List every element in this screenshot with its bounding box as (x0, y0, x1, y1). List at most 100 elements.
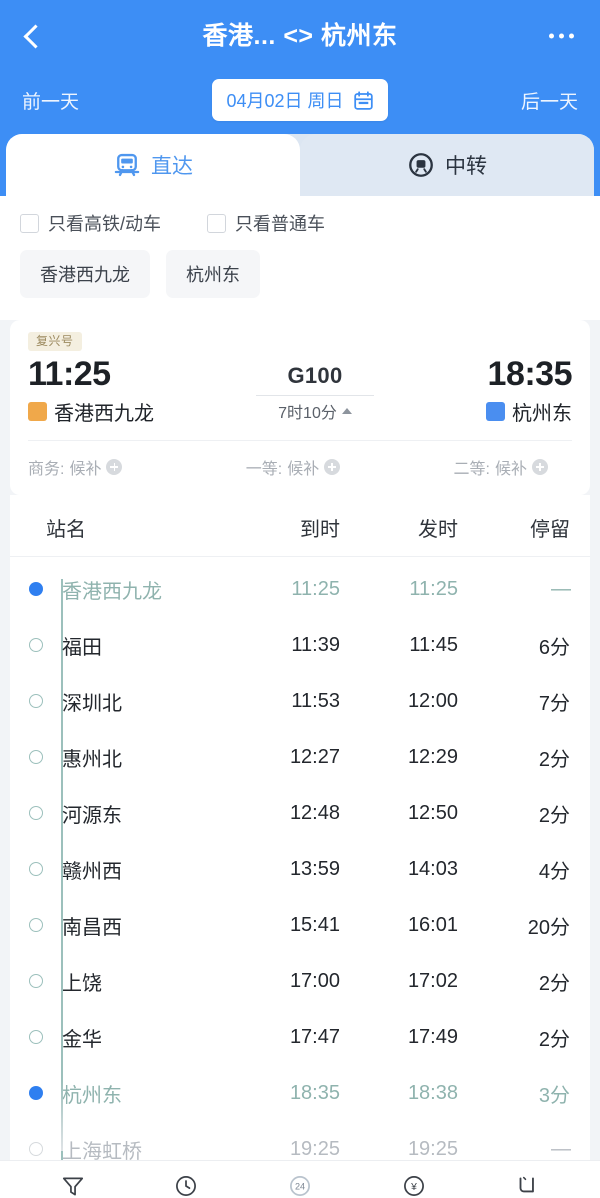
tab-transfer-label: 中转 (445, 155, 487, 178)
row-arrive-time: 11:53 (291, 689, 340, 712)
station-dot-hollow-icon (29, 974, 43, 989)
row-stay-duration: — (551, 577, 571, 600)
row-station-name: 惠州北 (62, 748, 122, 771)
plus-circle-icon[interactable] (324, 459, 341, 476)
station-dot-hollow-icon (29, 1030, 43, 1045)
row-stay-duration: 4分 (538, 860, 570, 883)
transfer-circle-icon (409, 153, 433, 177)
table-row[interactable]: 赣州西 13:59 14:03 4分 (10, 841, 590, 897)
duration-divider (256, 395, 374, 396)
seat-select-button[interactable] (501, 1161, 553, 1198)
row-stay-duration: 2分 (538, 748, 570, 771)
row-arrive-time: 19:25 (289, 1137, 340, 1160)
date-picker-chip[interactable]: 04月02日 周日 (212, 79, 388, 121)
checkbox-icon[interactable] (207, 213, 227, 233)
arrival-time: 18:35 (487, 355, 573, 393)
seat-first[interactable]: 一等: 候补 (198, 455, 378, 479)
row-arrive-time: 12:27 (289, 745, 340, 768)
station-dot-hollow-icon (29, 750, 43, 765)
seat-icon (519, 1176, 535, 1192)
table-row[interactable]: 上饶 17:00 17:02 2分 (10, 953, 590, 1009)
row-arrive-time: 11:39 (291, 633, 340, 656)
train-number-block[interactable]: G100 7时10分 (238, 355, 392, 423)
row-stay-duration: 20分 (527, 916, 570, 939)
row-station-cell: 河源东 (10, 799, 232, 828)
row-depart-time: 19:25 (407, 1137, 458, 1160)
column-header-depart: 发时 (418, 519, 458, 542)
row-stay-duration: 2分 (538, 972, 570, 995)
seat-business[interactable]: 商务: 候补 (28, 455, 198, 479)
filter-button[interactable] (47, 1161, 99, 1198)
station-dot-filled-icon (29, 582, 43, 597)
departure-station-line: 香港西九龙 (28, 397, 154, 426)
trip-duration: 7时10分 (278, 405, 337, 422)
filter-checkbox-row: 只看高铁/动车 只看普通车 (20, 210, 580, 250)
train-schedule-screen: 香港... <> 杭州东 前一天 04月02日 周日 后一天 直达 中转 只看高… (0, 0, 600, 1198)
filter-highspeed-label: 只看高铁/动车 (48, 214, 162, 234)
route-marker-cell (10, 750, 62, 765)
price-button[interactable]: ¥ (388, 1161, 440, 1198)
row-depart-time: 12:00 (407, 689, 458, 712)
station-chip-origin[interactable]: 香港西九龙 (20, 250, 150, 298)
row-arrive-time: 17:47 (289, 1025, 340, 1048)
arrival-station-name: 杭州东 (512, 403, 572, 426)
row-arrive-time: 11:25 (291, 577, 340, 600)
app-header: 香港... <> 杭州东 前一天 04月02日 周日 后一天 (0, 0, 600, 134)
more-horizontal-icon (569, 33, 574, 39)
next-day-button[interactable]: 后一天 (521, 87, 578, 114)
station-filter-chips: 香港西九龙 杭州东 (20, 250, 580, 316)
station-dot-hollow-icon (29, 1142, 43, 1157)
arrival-block: 18:35 杭州东 (392, 355, 573, 426)
station-dot-hollow-icon (29, 806, 43, 821)
svg-text:24: 24 (295, 1181, 305, 1191)
filter-normal-label: 只看普通车 (235, 214, 326, 234)
route-marker-cell (10, 1030, 62, 1045)
table-row[interactable]: 福田 11:39 11:45 6分 (10, 617, 590, 673)
row-station-cell: 深圳北 (10, 687, 232, 716)
plus-circle-icon[interactable] (106, 459, 123, 476)
filter-normal-checkbox[interactable]: 只看普通车 (207, 210, 325, 236)
table-row[interactable]: 杭州东 18:35 18:38 3分 (10, 1065, 590, 1121)
tab-direct-label: 直达 (151, 155, 193, 178)
train-type-badge: 复兴号 (28, 332, 82, 351)
table-row[interactable]: 深圳北 11:53 12:00 7分 (10, 673, 590, 729)
prev-day-button[interactable]: 前一天 (22, 87, 79, 114)
row-station-cell: 赣州西 (10, 855, 232, 884)
departure-time: 11:25 (28, 355, 111, 393)
tab-direct[interactable]: 直达 (6, 134, 300, 196)
back-button[interactable] (0, 0, 66, 72)
row-stay-duration: 2分 (538, 1028, 570, 1051)
more-options-button[interactable] (545, 24, 578, 49)
plus-circle-icon[interactable] (532, 459, 548, 476)
trip-duration-row[interactable]: 7时10分 (278, 399, 352, 423)
history-button[interactable] (160, 1161, 212, 1198)
row-station-name: 南昌西 (62, 916, 122, 939)
train-number: G100 (287, 363, 343, 388)
row-station-name: 福田 (62, 636, 102, 659)
row-depart-time: 14:03 (407, 857, 458, 880)
seat-second-label: 二等: (453, 461, 490, 479)
seat-second[interactable]: 二等: 候补 (378, 455, 572, 479)
train-summary-card[interactable]: 复兴号 11:25 香港西九龙 G100 7时10分 18:35 杭州东 商务:… (10, 320, 590, 496)
table-row[interactable]: 香港西九龙 11:25 11:25 — (10, 561, 590, 617)
table-row[interactable]: 金华 17:47 17:49 2分 (10, 1009, 590, 1065)
seat-second-status: 候补 (494, 461, 527, 479)
checkbox-icon[interactable] (20, 213, 39, 233)
table-row[interactable]: 河源东 12:48 12:50 2分 (10, 785, 590, 841)
row-stay-duration: 6分 (538, 636, 570, 659)
row-station-cell: 上饶 (10, 967, 232, 996)
filter-highspeed-checkbox[interactable]: 只看高铁/动车 (20, 210, 161, 236)
row-station-name: 赣州西 (62, 860, 122, 883)
date-navigation-bar: 前一天 04月02日 周日 后一天 (0, 72, 600, 134)
24h-circle-icon: 24 (290, 1175, 310, 1196)
route-marker-cell (10, 806, 62, 821)
table-row[interactable]: 惠州北 12:27 12:29 2分 (10, 729, 590, 785)
station-chip-destination[interactable]: 杭州东 (166, 250, 260, 298)
tab-transfer[interactable]: 中转 (300, 134, 594, 196)
row-station-cell: 杭州东 (10, 1079, 232, 1108)
chevron-left-icon (23, 23, 48, 49)
seat-first-label: 一等: (245, 461, 283, 479)
row-depart-time: 12:50 (407, 801, 458, 824)
24h-service-button[interactable]: 24 (274, 1161, 326, 1198)
table-row[interactable]: 南昌西 15:41 16:01 20分 (10, 897, 590, 953)
